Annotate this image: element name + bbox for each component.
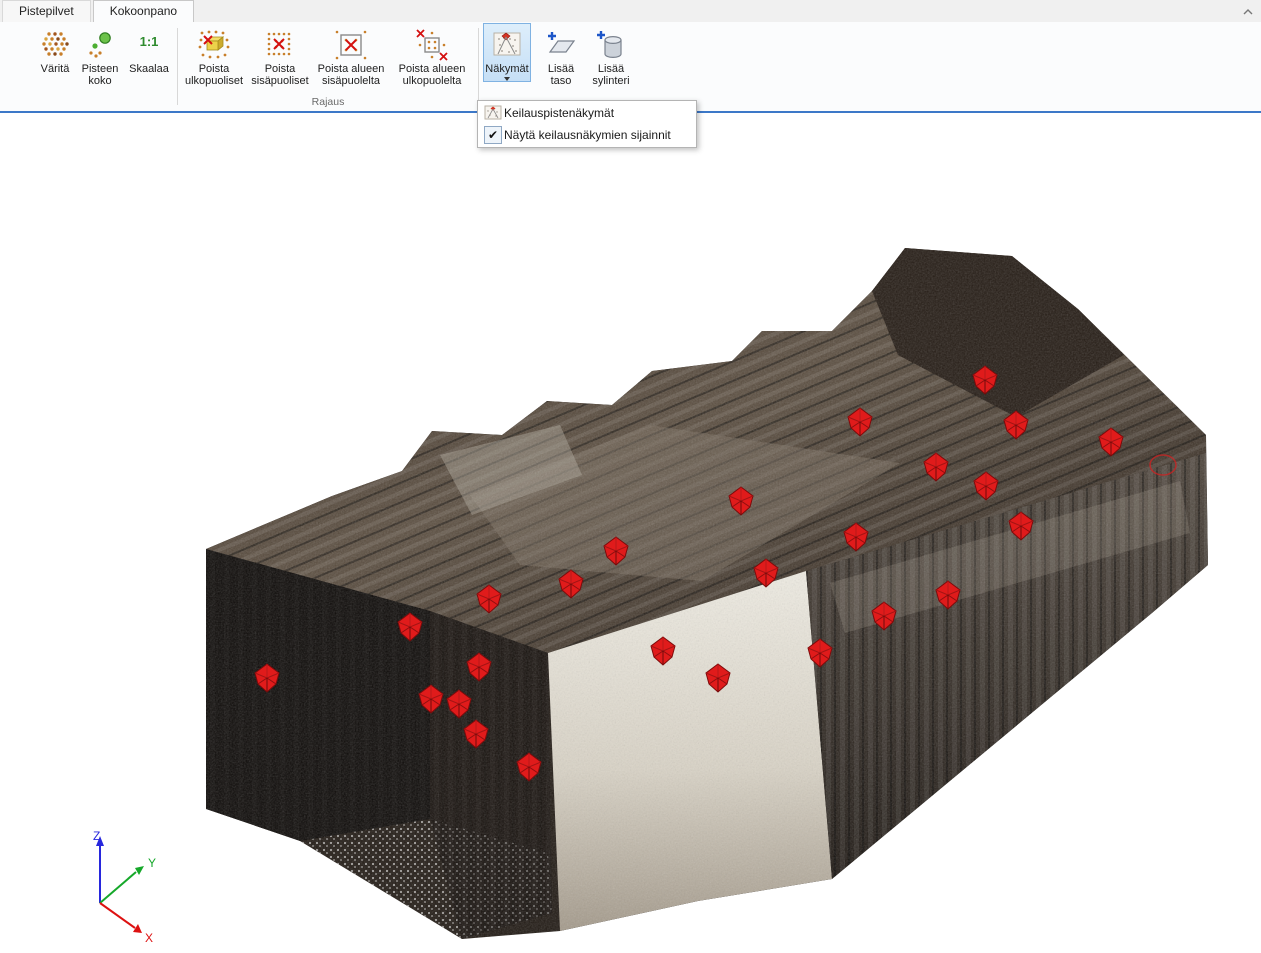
cylinder-plus-icon <box>594 27 628 63</box>
x-axis-label: X <box>145 931 153 944</box>
group-label-empty <box>34 96 174 111</box>
views-button[interactable]: Näkymät <box>483 23 531 82</box>
remove-area-inside-label: Poista alueen sisäpuolelta <box>316 63 386 87</box>
plane-plus-icon <box>544 27 578 63</box>
z-axis-label: Z <box>93 829 100 843</box>
menu-item-scan-point-views[interactable]: Keilauspistenäkymät <box>478 102 696 124</box>
scale-button[interactable]: 1:1 Skaalaa <box>125 23 173 76</box>
menu-item-show-scan-positions[interactable]: ✔ Näytä keilausnäkymien sijainnit <box>478 124 696 146</box>
add-plane-label: Lisää taso <box>541 63 581 87</box>
ribbon-tab-bar: Pistepilvet Kokoonpano <box>0 0 1261 22</box>
svg-text:1:1: 1:1 <box>140 34 159 49</box>
remove-area-outside-button[interactable]: Poista alueen ulkopuolelta <box>390 23 474 88</box>
ribbon-group-add: Lisää taso Lisää sylinteri <box>538 22 638 111</box>
scan-view-icon <box>482 105 504 121</box>
y-axis-arrow <box>135 866 144 875</box>
colorize-button[interactable]: Väritä <box>35 23 75 76</box>
scan-view-icon <box>492 27 522 63</box>
point-cloud-scene[interactable] <box>0 113 1261 953</box>
box-with-red-x-dots-icon <box>197 27 231 63</box>
tab-pistepilvet[interactable]: Pistepilvet <box>2 0 91 22</box>
x-axis-line <box>100 903 135 928</box>
add-cylinder-button[interactable]: Lisää sylinteri <box>585 23 637 88</box>
dotted-square-red-x-icon <box>263 27 297 63</box>
tab-kokoonpano[interactable]: Kokoonpano <box>93 0 194 22</box>
chevron-down-icon <box>504 77 510 81</box>
views-menu: Keilauspistenäkymät ✔ Näytä keilausnäkym… <box>477 100 697 148</box>
remove-inside-label: Poista sisäpuoliset <box>250 63 310 87</box>
point-size-button[interactable]: Pisteen koko <box>77 23 123 88</box>
menu-item-label: Näytä keilausnäkymien sijainnit <box>504 128 671 142</box>
ribbon-separator <box>478 28 479 105</box>
remove-area-inside-button[interactable]: Poista alueen sisäpuolelta <box>314 23 388 88</box>
remove-area-outside-label: Poista alueen ulkopuolelta <box>392 63 472 87</box>
add-cylinder-label: Lisää sylinteri <box>587 63 635 87</box>
point-size-icon <box>83 27 117 63</box>
square-red-x-outside-icon <box>415 27 449 63</box>
views-label: Näkymät <box>485 63 528 75</box>
point-size-label: Pisteen koko <box>79 63 121 87</box>
viewport-canvas[interactable]: Z Y X <box>0 113 1261 953</box>
colorize-label: Väritä <box>41 63 70 75</box>
remove-outside-label: Poista ulkopuoliset <box>184 63 244 87</box>
ribbon-group-points: Väritä Pisteen koko 1:1 <box>34 22 174 111</box>
remove-outside-button[interactable]: Poista ulkopuoliset <box>182 23 246 88</box>
square-red-x-inside-icon <box>334 27 368 63</box>
checkmark-icon: ✔ <box>482 126 504 144</box>
ribbon-separator <box>177 28 178 105</box>
axis-triad: Z Y X <box>78 829 168 944</box>
ribbon-group-views: Näkymät <box>482 22 532 111</box>
y-axis-line <box>100 872 136 903</box>
one-to-one-icon: 1:1 <box>132 27 166 63</box>
group-label-rajaus: Rajaus <box>181 96 475 111</box>
scale-label: Skaalaa <box>129 63 169 75</box>
remove-inside-button[interactable]: Poista sisäpuoliset <box>248 23 312 88</box>
application-window: Pistepilvet Kokoonpano <box>0 0 1261 953</box>
menu-item-label: Keilauspistenäkymät <box>504 106 614 120</box>
add-plane-button[interactable]: Lisää taso <box>539 23 583 88</box>
colorize-icon <box>38 27 72 63</box>
point-cloud-building <box>0 113 1261 953</box>
y-axis-label: Y <box>148 856 156 870</box>
ribbon-collapse-icon[interactable] <box>1241 5 1255 17</box>
ribbon-group-rajaus: Poista ulkopuoliset <box>181 22 475 111</box>
